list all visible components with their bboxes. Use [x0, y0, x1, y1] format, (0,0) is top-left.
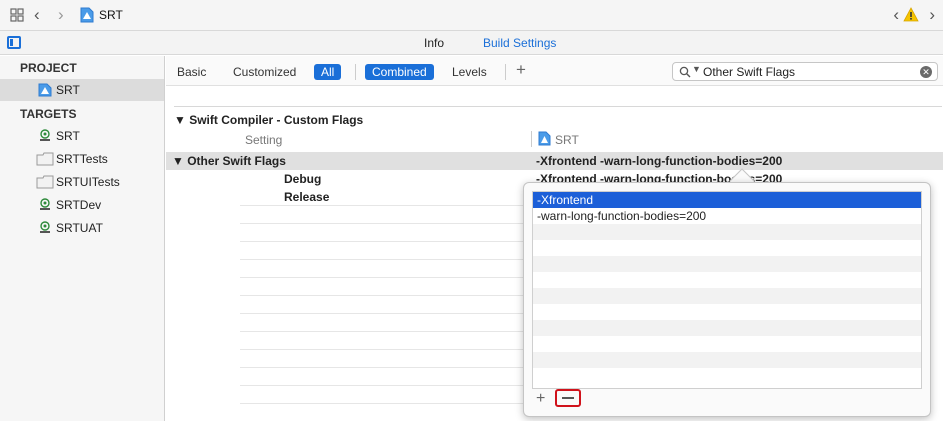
related-items-grid-icon[interactable] [10, 8, 24, 22]
list-row-empty [533, 352, 921, 368]
sidebar-item-label: SRTUITests [56, 175, 120, 189]
search-input[interactable] [703, 64, 913, 79]
targets-header: TARGETS [20, 107, 77, 121]
project-file-icon [80, 7, 94, 23]
sidebar-item-target-srtuitests[interactable]: SRTUITests [0, 171, 164, 193]
sidebar-item-label: SRTDev [56, 198, 102, 212]
grid-line [240, 241, 530, 242]
tab-info[interactable]: Info [424, 36, 444, 50]
grid-line [240, 313, 530, 314]
sidebar-item-target-srtuat[interactable]: SRTUAT [0, 217, 164, 239]
sidebar-item-label: SRT [56, 83, 80, 97]
add-setting-button[interactable]: + [516, 60, 526, 80]
back-arrow-icon[interactable]: ‹ [34, 5, 40, 25]
issue-next-icon[interactable]: › [929, 5, 935, 25]
project-targets-sidebar: PROJECT SRT TARGETS SRT SRTTests SRTUITe… [0, 56, 165, 421]
sidebar-item-target-srt[interactable]: SRT [0, 125, 164, 147]
setting-row-value[interactable]: -Xfrontend -warn-long-function-bodies=20… [536, 154, 782, 168]
minus-icon [562, 397, 574, 399]
chevron-down-icon[interactable]: ▼ [692, 64, 701, 74]
column-divider [531, 131, 532, 147]
jump-bar: ‹ › SRT ‹ › [0, 0, 943, 31]
filter-basic[interactable]: Basic [177, 65, 206, 79]
sidebar-toggle-icon[interactable] [7, 36, 21, 49]
sidebar-item-label: SRTTests [56, 152, 108, 166]
config-label: Debug [284, 172, 322, 186]
sidebar-item-label: SRTUAT [56, 221, 103, 235]
section-title-text: Swift Compiler - Custom Flags [189, 113, 364, 127]
project-icon [38, 83, 52, 97]
tab-build-settings[interactable]: Build Settings [483, 36, 556, 50]
app-target-icon [40, 129, 50, 141]
flags-list[interactable]: -Xfrontend -warn-long-function-bodies=20… [532, 191, 922, 389]
grid-line [240, 223, 530, 224]
search-icon [679, 66, 691, 78]
list-row-empty [533, 240, 921, 256]
grid-line [240, 259, 530, 260]
view-combined[interactable]: Combined [365, 64, 434, 80]
setting-row-other-swift-flags[interactable]: ▼ Other Swift Flags -Xfrontend -warn-lon… [166, 152, 943, 170]
forward-arrow-icon[interactable]: › [58, 5, 64, 25]
test-bundle-icon [36, 152, 54, 166]
grid-line [240, 331, 530, 332]
list-item-selected[interactable]: -Xfrontend [533, 192, 921, 208]
list-row-empty [533, 304, 921, 320]
list-row-empty [533, 320, 921, 336]
flags-list-popover: -Xfrontend -warn-long-function-bodies=20… [523, 182, 931, 417]
sidebar-item-project-srt[interactable]: SRT [0, 79, 164, 101]
list-row-empty [533, 368, 921, 384]
add-item-button[interactable]: + [536, 390, 545, 408]
filter-all[interactable]: All [314, 64, 342, 80]
warning-icon[interactable] [903, 7, 919, 22]
build-settings-filter-bar: Basic Customized All Combined Levels + ▼… [166, 56, 943, 86]
grid-line [240, 205, 530, 206]
list-row-empty [533, 224, 921, 240]
breadcrumb-project[interactable]: SRT [99, 8, 123, 22]
project-icon [538, 131, 551, 146]
view-levels[interactable]: Levels [452, 65, 487, 79]
filter-divider [355, 64, 356, 80]
grid-line [240, 367, 530, 368]
issue-previous-icon[interactable]: ‹ [893, 5, 899, 25]
sidebar-item-label: SRT [56, 129, 80, 143]
column-header-target: SRT [555, 133, 579, 147]
setting-row-label: ▼ Other Swift Flags [172, 154, 286, 168]
grid-line [240, 277, 530, 278]
filter-divider [505, 64, 506, 80]
editor-tab-bar: Info Build Settings [0, 31, 943, 55]
list-row-empty [533, 336, 921, 352]
search-field[interactable]: ▼ ✕ [672, 62, 938, 81]
list-row-empty [533, 256, 921, 272]
section-title[interactable]: ▼ Swift Compiler - Custom Flags [174, 113, 363, 127]
list-row-empty [533, 288, 921, 304]
grid-line [240, 403, 530, 404]
section-divider [174, 106, 942, 107]
column-header-setting: Setting [245, 133, 283, 147]
grid-line [240, 349, 530, 350]
grid-line [240, 385, 530, 386]
filter-customized[interactable]: Customized [233, 65, 296, 79]
app-target-icon [40, 198, 50, 210]
clear-search-icon[interactable]: ✕ [920, 66, 932, 78]
project-header: PROJECT [20, 61, 77, 75]
list-row-empty [533, 272, 921, 288]
list-item[interactable]: -warn-long-function-bodies=200 [533, 208, 921, 224]
app-target-icon [40, 221, 50, 233]
grid-line [240, 295, 530, 296]
sidebar-item-target-srttests[interactable]: SRTTests [0, 148, 164, 170]
config-label: Release [284, 190, 330, 204]
remove-item-button[interactable] [555, 389, 581, 407]
sidebar-item-target-srtdev[interactable]: SRTDev [0, 194, 164, 216]
setting-row-label-text: Other Swift Flags [187, 154, 286, 168]
test-bundle-icon [36, 175, 54, 189]
